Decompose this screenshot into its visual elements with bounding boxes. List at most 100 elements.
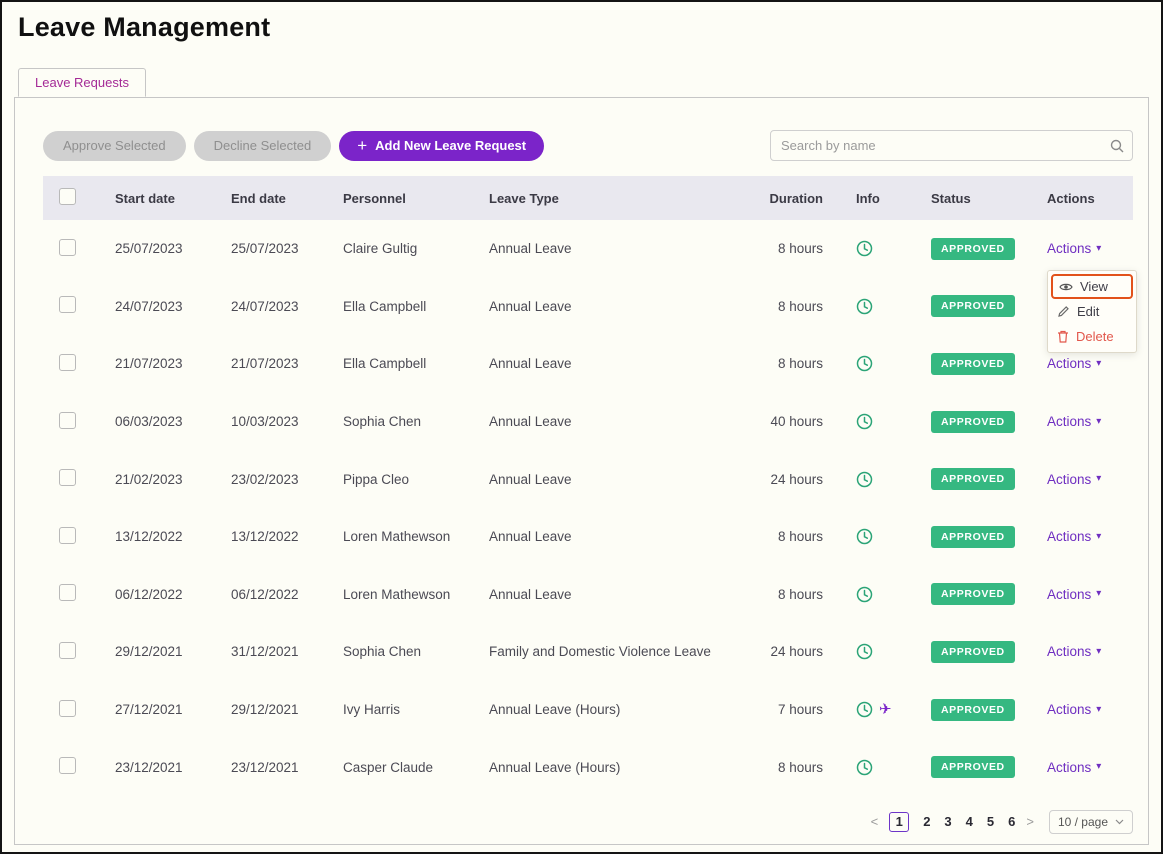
info-cell bbox=[823, 471, 931, 488]
clock-icon bbox=[856, 701, 873, 718]
personnel-cell: Casper Claude bbox=[343, 760, 489, 775]
caret-down-icon: ▾ bbox=[1096, 244, 1101, 254]
leave-type-cell: Annual Leave bbox=[489, 414, 767, 429]
approve-selected-button[interactable]: Approve Selected bbox=[43, 131, 186, 161]
row-checkbox[interactable] bbox=[59, 757, 76, 774]
actions-label: Actions bbox=[1047, 702, 1091, 717]
caret-down-icon: ▾ bbox=[1096, 417, 1101, 427]
page-number-4[interactable]: 4 bbox=[966, 814, 973, 829]
row-checkbox[interactable] bbox=[59, 584, 76, 601]
table-row: 25/07/2023 25/07/2023 Claire Gultig Annu… bbox=[43, 220, 1133, 278]
page-size-select[interactable]: 10 / page bbox=[1049, 810, 1133, 834]
tab-bar: Leave Requests bbox=[18, 68, 1161, 97]
actions-button[interactable]: Actions ▾ bbox=[1047, 356, 1101, 371]
header-actions: Actions bbox=[1047, 191, 1135, 206]
clock-icon bbox=[856, 298, 873, 315]
page-number-5[interactable]: 5 bbox=[987, 814, 994, 829]
actions-button[interactable]: Actions ▾ bbox=[1047, 472, 1101, 487]
menu-item-view[interactable]: View bbox=[1051, 274, 1133, 299]
actions-button[interactable]: Actions ▾ bbox=[1047, 644, 1101, 659]
personnel-cell: Loren Mathewson bbox=[343, 529, 489, 544]
select-all-checkbox[interactable] bbox=[59, 188, 76, 205]
row-checkbox[interactable] bbox=[59, 239, 76, 256]
clock-icon bbox=[856, 471, 873, 488]
status-cell: APPROVED bbox=[931, 526, 1047, 548]
caret-down-icon: ▾ bbox=[1096, 359, 1101, 369]
actions-button[interactable]: Actions ▾ bbox=[1047, 414, 1101, 429]
row-checkbox-cell bbox=[43, 700, 115, 720]
end-date-cell: 21/07/2023 bbox=[231, 356, 343, 371]
table-row: 29/12/2021 31/12/2021 Sophia Chen Family… bbox=[43, 623, 1133, 681]
row-checkbox[interactable] bbox=[59, 700, 76, 717]
start-date-cell: 21/02/2023 bbox=[115, 472, 231, 487]
decline-selected-button[interactable]: Decline Selected bbox=[194, 131, 332, 161]
info-cell bbox=[823, 240, 931, 257]
actions-label: Actions bbox=[1047, 529, 1091, 544]
clock-icon bbox=[856, 528, 873, 545]
add-new-leave-request-button[interactable]: + Add New Leave Request bbox=[339, 131, 544, 161]
actions-label: Actions bbox=[1047, 356, 1091, 371]
status-cell: APPROVED bbox=[931, 468, 1047, 490]
status-badge: APPROVED bbox=[931, 411, 1015, 433]
page-number-3[interactable]: 3 bbox=[944, 814, 951, 829]
row-checkbox[interactable] bbox=[59, 296, 76, 313]
next-page-button[interactable]: > bbox=[1025, 814, 1035, 829]
page-number-6[interactable]: 6 bbox=[1008, 814, 1015, 829]
table-row: 06/03/2023 10/03/2023 Sophia Chen Annual… bbox=[43, 393, 1133, 451]
status-cell: APPROVED bbox=[931, 641, 1047, 663]
actions-button[interactable]: Actions ▾ bbox=[1047, 241, 1101, 256]
menu-item-delete-label: Delete bbox=[1076, 329, 1114, 344]
actions-button[interactable]: Actions ▾ bbox=[1047, 760, 1101, 775]
page-number-1[interactable]: 1 bbox=[889, 812, 909, 832]
start-date-cell: 25/07/2023 bbox=[115, 241, 231, 256]
row-checkbox[interactable] bbox=[59, 412, 76, 429]
page-size-value: 10 / page bbox=[1058, 815, 1108, 829]
page-number-2[interactable]: 2 bbox=[923, 814, 930, 829]
actions-cell: Actions ▾ bbox=[1047, 760, 1135, 775]
leave-type-cell: Annual Leave bbox=[489, 241, 767, 256]
row-checkbox[interactable] bbox=[59, 354, 76, 371]
leave-type-cell: Annual Leave bbox=[489, 472, 767, 487]
duration-cell: 8 hours bbox=[767, 241, 823, 256]
actions-button[interactable]: Actions ▾ bbox=[1047, 702, 1101, 717]
header-end-date: End date bbox=[231, 191, 343, 206]
status-badge: APPROVED bbox=[931, 641, 1015, 663]
row-checkbox[interactable] bbox=[59, 642, 76, 659]
trash-icon bbox=[1057, 330, 1069, 343]
menu-item-delete[interactable]: Delete bbox=[1051, 324, 1133, 349]
tab-leave-requests[interactable]: Leave Requests bbox=[18, 68, 146, 97]
status-badge: APPROVED bbox=[931, 526, 1015, 548]
row-checkbox-cell bbox=[43, 469, 115, 489]
row-checkbox[interactable] bbox=[59, 527, 76, 544]
end-date-cell: 10/03/2023 bbox=[231, 414, 343, 429]
search-input[interactable] bbox=[770, 130, 1133, 161]
actions-button[interactable]: Actions ▾ bbox=[1047, 529, 1101, 544]
row-checkbox[interactable] bbox=[59, 469, 76, 486]
page-title: Leave Management bbox=[18, 10, 1161, 44]
header-status: Status bbox=[931, 191, 1047, 206]
actions-button[interactable]: Actions ▾ bbox=[1047, 587, 1101, 602]
leave-type-cell: Annual Leave bbox=[489, 529, 767, 544]
personnel-cell: Ella Campbell bbox=[343, 356, 489, 371]
prev-page-button[interactable]: < bbox=[870, 814, 880, 829]
toolbar: Approve Selected Decline Selected + Add … bbox=[15, 98, 1148, 161]
add-button-label: Add New Leave Request bbox=[375, 138, 526, 153]
info-cell bbox=[823, 759, 931, 776]
status-badge: APPROVED bbox=[931, 295, 1015, 317]
row-checkbox-cell bbox=[43, 296, 115, 316]
duration-cell: 24 hours bbox=[767, 644, 823, 659]
end-date-cell: 24/07/2023 bbox=[231, 299, 343, 314]
info-cell bbox=[823, 413, 931, 430]
row-checkbox-cell bbox=[43, 642, 115, 662]
pencil-icon bbox=[1057, 305, 1070, 318]
actions-label: Actions bbox=[1047, 644, 1091, 659]
info-cell bbox=[823, 586, 931, 603]
actions-cell: Actions ▾ bbox=[1047, 702, 1135, 717]
table-row: 21/02/2023 23/02/2023 Pippa Cleo Annual … bbox=[43, 450, 1133, 508]
menu-item-edit[interactable]: Edit bbox=[1051, 299, 1133, 324]
actions-label: Actions bbox=[1047, 414, 1091, 429]
header-start-date: Start date bbox=[115, 191, 231, 206]
personnel-cell: Sophia Chen bbox=[343, 414, 489, 429]
status-badge: APPROVED bbox=[931, 468, 1015, 490]
actions-label: Actions bbox=[1047, 472, 1091, 487]
